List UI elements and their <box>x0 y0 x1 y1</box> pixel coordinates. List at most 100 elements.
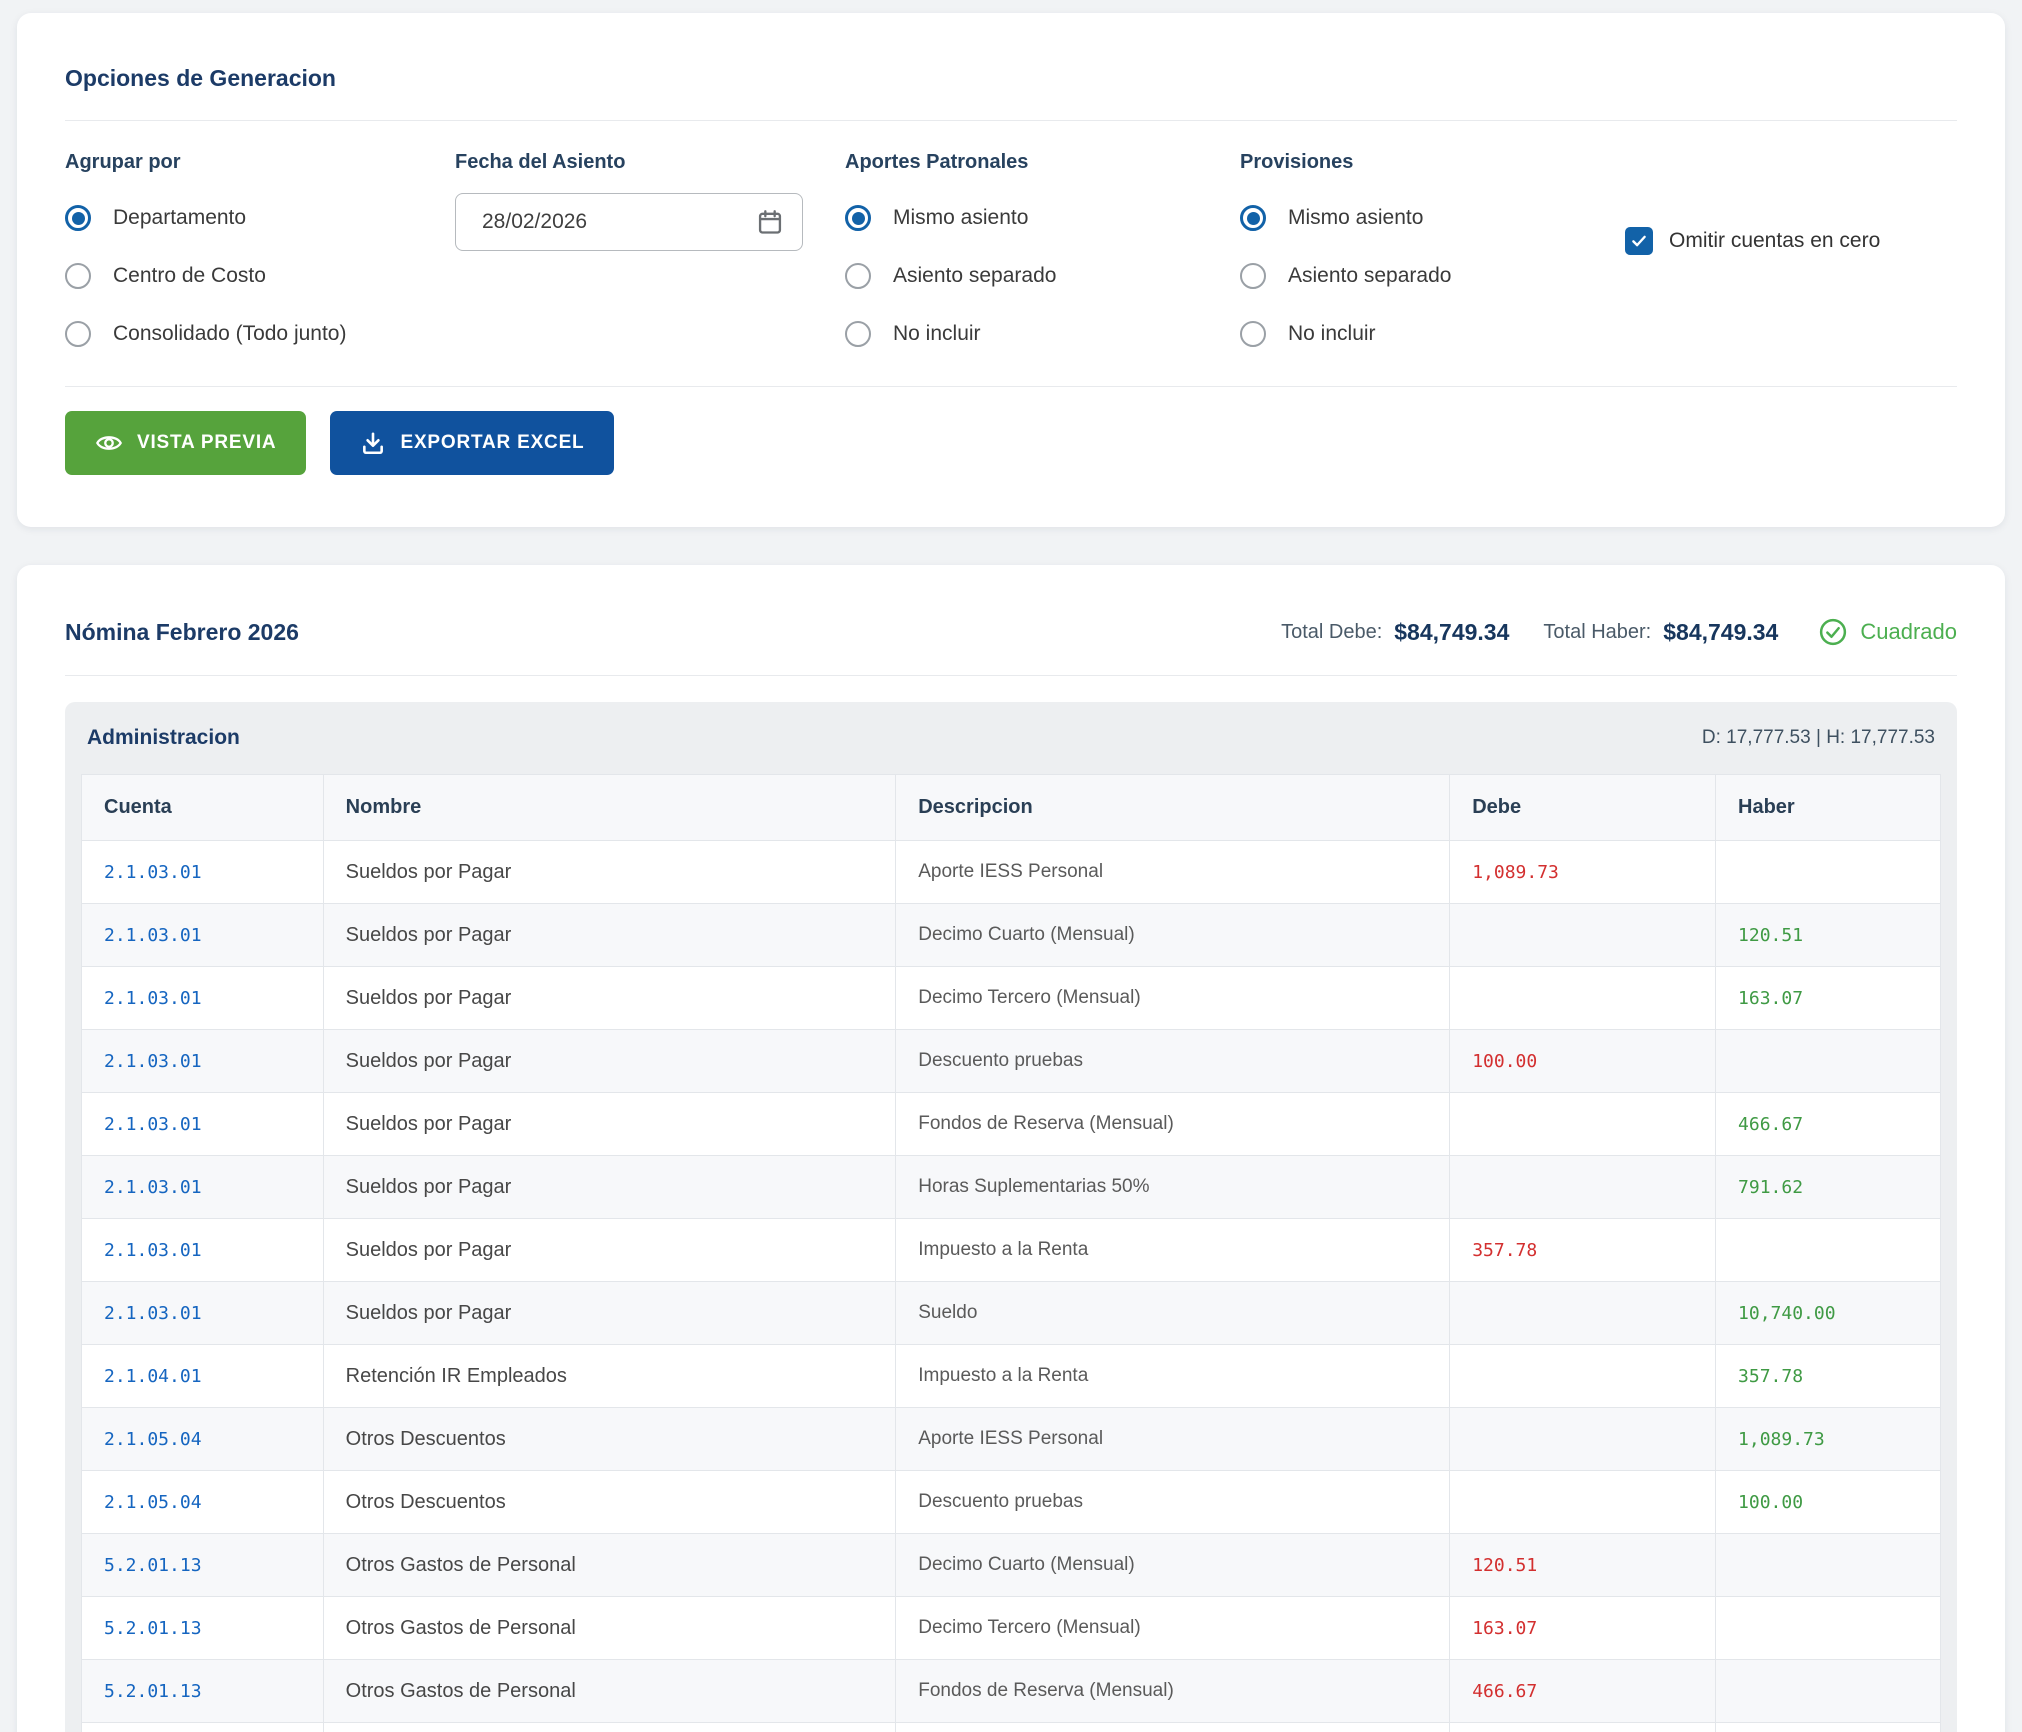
eye-icon <box>95 429 123 457</box>
group-provisiones: Provisiones Mismo asientoAsiento separad… <box>1240 151 1625 363</box>
cell-cuenta: 2.1.05.04 <box>82 1408 324 1471</box>
calendar-icon[interactable] <box>756 208 784 236</box>
cell-debe <box>1450 1408 1716 1471</box>
group-agrupar-por: Agrupar por DepartamentoCentro de CostoC… <box>65 151 455 363</box>
cell-debe <box>1450 1282 1716 1345</box>
cell-haber: 357.78 <box>1716 1345 1941 1408</box>
cell-haber: 10,740.00 <box>1716 1282 1941 1345</box>
cell-cuenta: 5.2.01.13 <box>82 1597 324 1660</box>
radio-option-asiento-separado[interactable]: Asiento separado <box>1240 247 1625 305</box>
radio-option-asiento-separado[interactable]: Asiento separado <box>845 247 1240 305</box>
cell-cuenta: 2.1.03.01 <box>82 1219 324 1282</box>
radio-option-no-incluir[interactable]: No incluir <box>1240 305 1625 363</box>
table-row: 5.2.01.13Otros Gastos de PersonalDecimo … <box>82 1534 1941 1597</box>
cell-cuenta: 5.2.01.13 <box>82 1534 324 1597</box>
cell-nombre: Otros Gastos de Personal <box>323 1534 896 1597</box>
group-label: Aportes Patronales <box>845 151 1240 175</box>
cell-cuenta: 2.1.05.04 <box>82 1471 324 1534</box>
cell-haber <box>1716 1597 1941 1660</box>
cell-nombre: Sueldos por Pagar <box>323 1156 896 1219</box>
cell-cuenta: 2.1.03.01 <box>82 904 324 967</box>
cell-descripcion: Aporte IESS Personal <box>896 841 1450 904</box>
col-header-haber: Haber <box>1716 775 1941 841</box>
exportar-excel-button[interactable]: EXPORTAR EXCEL <box>330 411 614 475</box>
options-form: Agrupar por DepartamentoCentro de CostoC… <box>65 121 1957 363</box>
radio-option-label: Mismo asiento <box>1288 206 1423 230</box>
radio-unselected-icon[interactable] <box>1240 263 1266 289</box>
cell-haber <box>1716 1534 1941 1597</box>
button-label: EXPORTAR EXCEL <box>400 432 584 454</box>
cell-descripcion: Fondos de Reserva (Mensual) <box>896 1660 1450 1723</box>
radio-option-departamento[interactable]: Departamento <box>65 189 455 247</box>
cell-haber: 791.62 <box>1716 1156 1941 1219</box>
cell-descripcion: Aporte IESS Personal <box>896 1408 1450 1471</box>
cell-descripcion: Horas Suplementarias 50% <box>896 1156 1450 1219</box>
cell-descripcion: Descuento pruebas <box>896 1030 1450 1093</box>
cell-nombre: Otros Gastos de Personal <box>323 1723 896 1732</box>
table-row: 2.1.03.01Sueldos por PagarAporte IESS Pe… <box>82 841 1941 904</box>
cell-nombre: Sueldos por Pagar <box>323 1219 896 1282</box>
col-header-debe: Debe <box>1450 775 1716 841</box>
group-omitir: Omitir cuentas en cero <box>1625 151 1957 363</box>
omitir-cuentas-checkbox-row[interactable]: Omitir cuentas en cero <box>1625 227 1957 255</box>
cell-nombre: Sueldos por Pagar <box>323 841 896 904</box>
table-row: 2.1.03.01Sueldos por PagarSueldo10,740.0… <box>82 1282 1941 1345</box>
radio-unselected-icon[interactable] <box>65 263 91 289</box>
radio-option-label: No incluir <box>1288 322 1376 346</box>
radio-unselected-icon[interactable] <box>845 263 871 289</box>
cell-cuenta: 2.1.03.01 <box>82 1156 324 1219</box>
table-row: 2.1.03.01Sueldos por PagarDecimo Tercero… <box>82 967 1941 1030</box>
radio-unselected-icon[interactable] <box>845 321 871 347</box>
cell-cuenta: 2.1.03.01 <box>82 1093 324 1156</box>
checkbox-label: Omitir cuentas en cero <box>1669 229 1880 253</box>
cell-debe <box>1450 1093 1716 1156</box>
total-haber-value: $84,749.34 <box>1663 619 1778 646</box>
cell-descripcion: Impuesto a la Renta <box>896 1345 1450 1408</box>
cell-cuenta: 5.2.01.13 <box>82 1723 324 1732</box>
cell-cuenta: 5.2.01.13 <box>82 1660 324 1723</box>
col-header-cuenta: Cuenta <box>82 775 324 841</box>
radio-option-centro-de-costo[interactable]: Centro de Costo <box>65 247 455 305</box>
journal-title: Nómina Febrero 2026 <box>65 619 1247 646</box>
cell-nombre: Otros Descuentos <box>323 1471 896 1534</box>
radio-option-mismo-asiento[interactable]: Mismo asiento <box>845 189 1240 247</box>
journal-header: Nómina Febrero 2026 Total Debe: $84,749.… <box>65 565 1957 676</box>
cell-haber <box>1716 1219 1941 1282</box>
cell-debe: 466.67 <box>1450 1660 1716 1723</box>
cell-nombre: Sueldos por Pagar <box>323 1093 896 1156</box>
total-debe-value: $84,749.34 <box>1394 619 1509 646</box>
cell-haber <box>1716 1723 1941 1732</box>
date-input[interactable]: 28/02/2026 <box>455 193 803 251</box>
cell-debe: 1,089.73 <box>1450 841 1716 904</box>
table-row: 2.1.04.01Retención IR EmpleadosImpuesto … <box>82 1345 1941 1408</box>
date-value[interactable]: 28/02/2026 <box>482 210 756 234</box>
section-header: Administracion D: 17,777.53 | H: 17,777.… <box>81 702 1941 774</box>
divider <box>65 386 1957 387</box>
radio-unselected-icon[interactable] <box>65 321 91 347</box>
cell-haber <box>1716 1660 1941 1723</box>
group-aportes-patronales: Aportes Patronales Mismo asientoAsiento … <box>845 151 1240 363</box>
vista-previa-button[interactable]: VISTA PREVIA <box>65 411 306 475</box>
cell-descripcion: Impuesto a la Renta <box>896 1219 1450 1282</box>
radio-selected-icon[interactable] <box>1240 205 1266 231</box>
checkbox-checked-icon[interactable] <box>1625 227 1653 255</box>
radio-unselected-icon[interactable] <box>1240 321 1266 347</box>
table-row: 2.1.03.01Sueldos por PagarDescuento prue… <box>82 1030 1941 1093</box>
radio-option-no-incluir[interactable]: No incluir <box>845 305 1240 363</box>
cell-descripcion: Sueldo <box>896 1282 1450 1345</box>
cell-nombre: Otros Gastos de Personal <box>323 1597 896 1660</box>
cell-nombre: Otros Descuentos <box>323 1408 896 1471</box>
radio-option-mismo-asiento[interactable]: Mismo asiento <box>1240 189 1625 247</box>
status-text: Cuadrado <box>1860 619 1957 645</box>
radio-selected-icon[interactable] <box>845 205 871 231</box>
section-totals: D: 17,777.53 | H: 17,777.53 <box>1702 727 1935 749</box>
cell-haber <box>1716 841 1941 904</box>
cell-cuenta: 2.1.03.01 <box>82 1030 324 1093</box>
radio-selected-icon[interactable] <box>65 205 91 231</box>
radio-option-label: Departamento <box>113 206 246 230</box>
radio-option-consolidado-todo-junto[interactable]: Consolidado (Todo junto) <box>65 305 455 363</box>
cell-haber: 100.00 <box>1716 1471 1941 1534</box>
table-row: 2.1.03.01Sueldos por PagarFondos de Rese… <box>82 1093 1941 1156</box>
cell-cuenta: 2.1.03.01 <box>82 1282 324 1345</box>
table-row: 2.1.05.04Otros DescuentosAporte IESS Per… <box>82 1408 1941 1471</box>
